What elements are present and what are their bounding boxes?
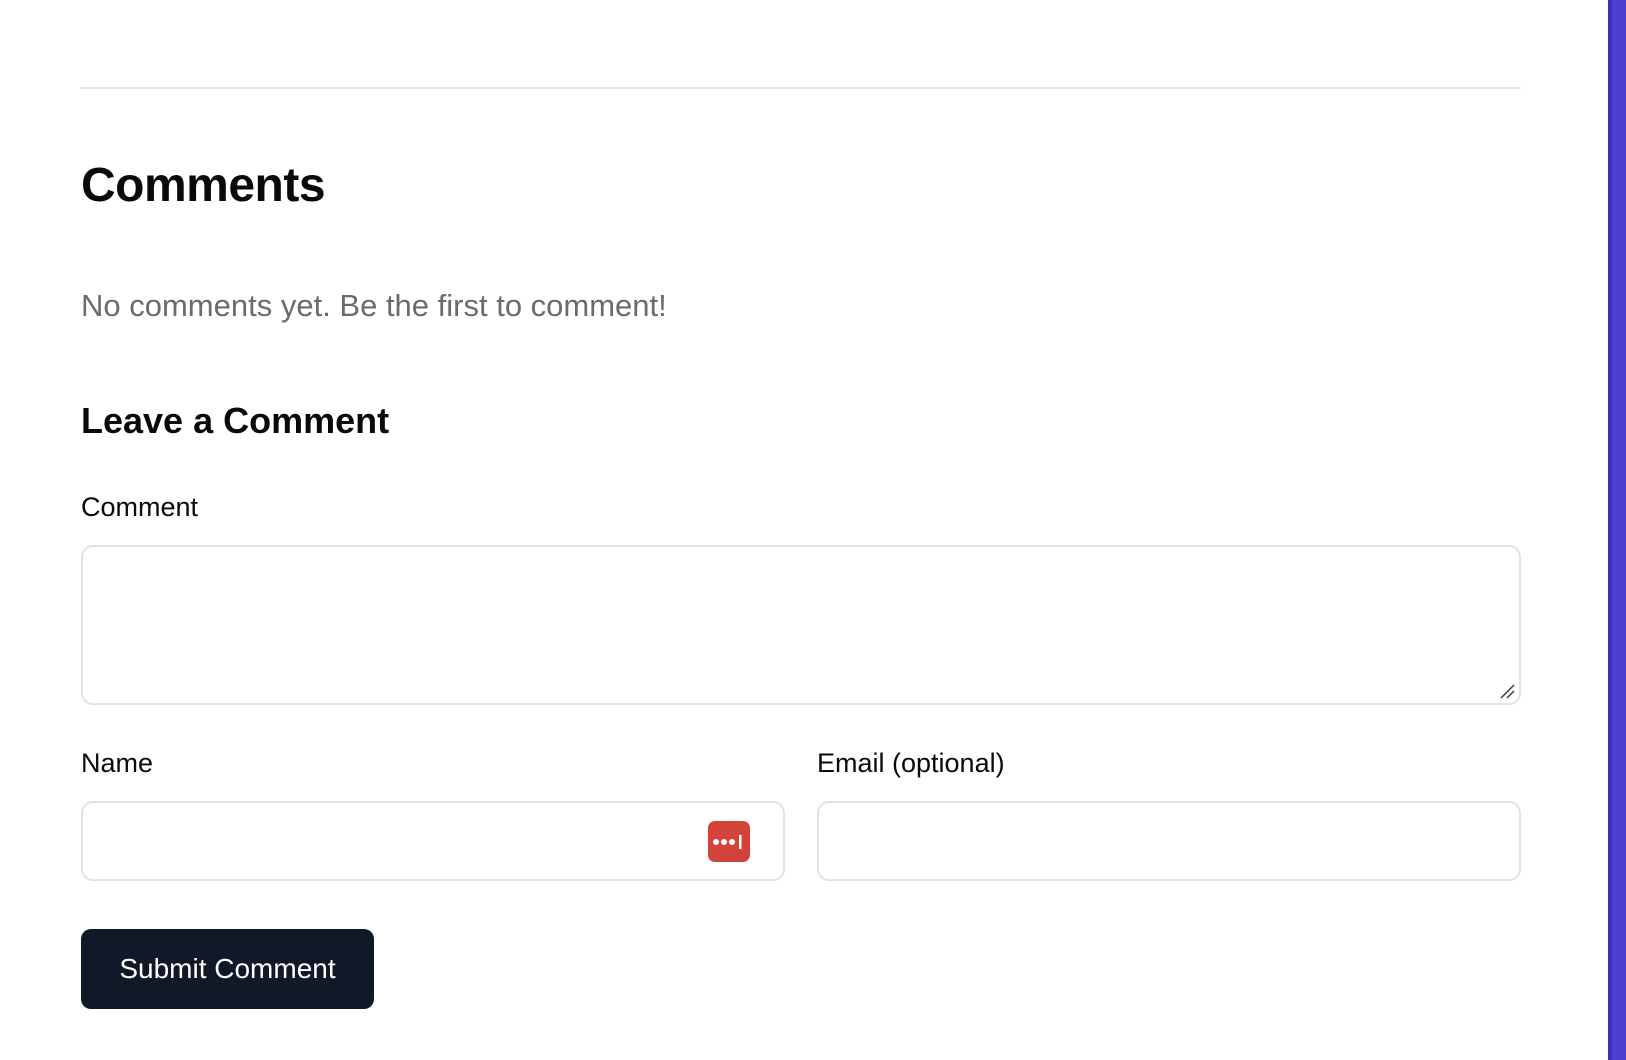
name-label: Name: [81, 748, 154, 778]
leave-comment-title: Leave a Comment: [81, 400, 390, 441]
section-divider: [81, 87, 1521, 89]
no-comments-message: No comments yet. Be the first to comment…: [81, 288, 667, 323]
page: Comments No comments yet. Be the first t…: [0, 0, 1626, 1060]
email-input[interactable]: [817, 801, 1521, 881]
submit-comment-button[interactable]: Submit Comment: [81, 929, 374, 1009]
email-label: Email (optional): [817, 748, 1005, 778]
comments-title: Comments: [81, 159, 326, 212]
comment-label: Comment: [81, 492, 199, 522]
password-manager-icon[interactable]: [708, 821, 750, 862]
side-accent-bar: [1608, 0, 1626, 1060]
dots-cursor-icon: [713, 834, 742, 849]
comment-textarea[interactable]: [81, 545, 1521, 705]
resize-grip-icon[interactable]: [1499, 683, 1515, 699]
name-input[interactable]: [81, 801, 785, 881]
